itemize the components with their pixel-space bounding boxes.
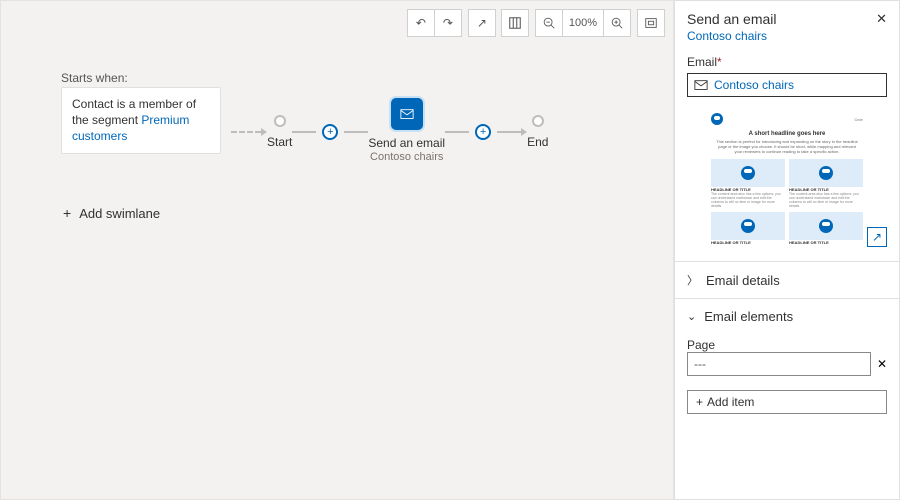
email-elements-label: Email elements: [704, 309, 793, 324]
start-node[interactable]: Start: [267, 115, 292, 149]
required-mark: *: [717, 55, 722, 69]
connector-dashed: [231, 131, 261, 133]
logo-icon: [711, 113, 723, 125]
journey-flow: Start + Send an email Contoso chairs + E…: [231, 100, 548, 163]
add-action-after-button[interactable]: +: [475, 124, 491, 140]
email-preview: Date A short headline goes here This sec…: [687, 111, 887, 249]
journey-canvas[interactable]: ↶ ↷ ↗ 100% Starts when: Contact is a mem…: [0, 0, 674, 500]
plus-icon: +: [696, 395, 703, 409]
preview-headline: A short headline goes here: [707, 127, 867, 139]
expand-button[interactable]: ↗: [468, 9, 496, 37]
add-swimlane-button[interactable]: + Add swimlane: [63, 205, 160, 221]
email-select[interactable]: Contoso chairs: [687, 73, 887, 97]
connector: [344, 131, 368, 133]
page-input[interactable]: [687, 352, 871, 376]
zoom-out-button[interactable]: [535, 9, 563, 37]
expand-preview-button[interactable]: ↗: [867, 227, 887, 247]
start-circle-icon: [274, 115, 286, 127]
email-details-section[interactable]: 〉 Email details: [675, 261, 899, 298]
zoom-level[interactable]: 100%: [562, 9, 604, 37]
zoom-out-icon: [542, 16, 556, 30]
add-swimlane-label: Add swimlane: [79, 206, 160, 221]
action-title: Send an email: [368, 136, 445, 150]
add-action-before-button[interactable]: +: [322, 124, 338, 140]
fit-screen-button[interactable]: [637, 9, 665, 37]
panel-title: Send an email: [687, 11, 777, 27]
chevron-right-icon: 〉: [687, 272, 698, 288]
email-details-label: Email details: [706, 273, 780, 288]
chevron-down-icon: ⌄: [687, 310, 696, 323]
send-email-node[interactable]: Send an email Contoso chairs: [368, 100, 445, 163]
zoom-in-icon: [610, 16, 624, 30]
map-icon: [508, 16, 522, 30]
undo-button[interactable]: ↶: [407, 9, 435, 37]
preview-date: Date: [855, 117, 863, 122]
clear-page-button[interactable]: ✕: [877, 357, 887, 371]
trigger-card[interactable]: Contact is a member of the segment Premi…: [61, 87, 221, 154]
preview-tile: [789, 212, 863, 240]
preview-tile-cap: HEADLINE OR TITLE: [711, 240, 785, 245]
properties-panel: Send an email Contoso chairs ✕ Email* Co…: [674, 0, 900, 500]
add-item-label: Add item: [707, 395, 754, 409]
start-label: Start: [267, 135, 292, 149]
email-elements-section[interactable]: ⌄ Email elements: [675, 298, 899, 334]
mail-icon: [694, 78, 708, 92]
starts-when-label: Starts when:: [61, 71, 128, 85]
connector: [292, 131, 316, 133]
connector: [497, 131, 521, 133]
add-item-button[interactable]: + Add item: [687, 390, 887, 414]
panel-subtitle-link[interactable]: Contoso chairs: [687, 29, 777, 43]
email-select-value: Contoso chairs: [714, 78, 794, 92]
action-subtitle: Contoso chairs: [370, 151, 443, 163]
preview-tile-cap: HEADLINE OR TITLE: [789, 240, 863, 245]
redo-button[interactable]: ↷: [434, 9, 462, 37]
canvas-toolbar: ↶ ↷ ↗ 100%: [407, 9, 665, 37]
fit-screen-icon: [644, 16, 658, 30]
preview-tile-sub: The content area also has a few options:…: [789, 192, 863, 209]
send-email-tile: [393, 100, 421, 128]
mail-icon: [400, 107, 414, 121]
end-circle-icon: [532, 115, 544, 127]
preview-tile-sub: The content area also has a few options:…: [711, 192, 785, 209]
preview-tile: [789, 159, 863, 187]
page-field-label: Page: [687, 338, 887, 352]
email-field-label: Email: [687, 55, 717, 69]
map-button[interactable]: [501, 9, 529, 37]
preview-subtext: This section is perfect for introducing …: [707, 139, 867, 159]
preview-tile: [711, 212, 785, 240]
connector: [445, 131, 469, 133]
preview-tile: [711, 159, 785, 187]
end-node[interactable]: End: [527, 115, 548, 149]
zoom-in-button[interactable]: [603, 9, 631, 37]
end-label: End: [527, 135, 548, 149]
close-panel-button[interactable]: ✕: [876, 11, 887, 27]
plus-icon: +: [63, 205, 71, 221]
